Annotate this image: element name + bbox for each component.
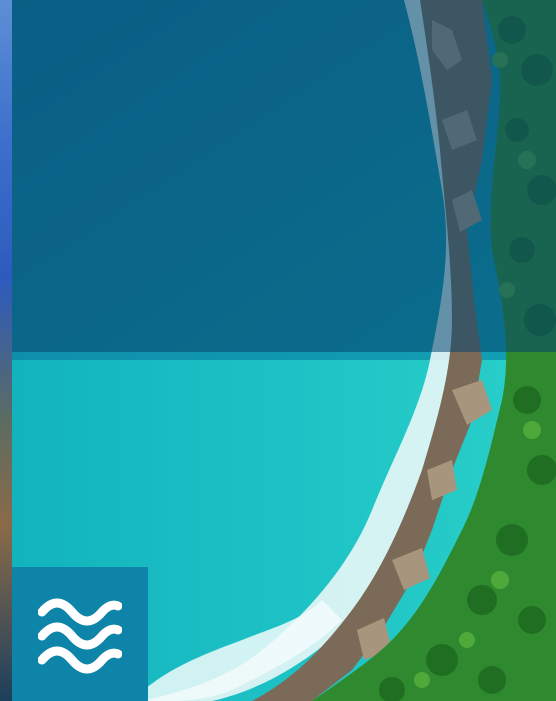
adjacent-photo-edge <box>0 0 12 701</box>
waves-icon <box>38 598 122 674</box>
photo-tint-overlay <box>12 0 556 352</box>
waves-badge <box>12 567 148 701</box>
